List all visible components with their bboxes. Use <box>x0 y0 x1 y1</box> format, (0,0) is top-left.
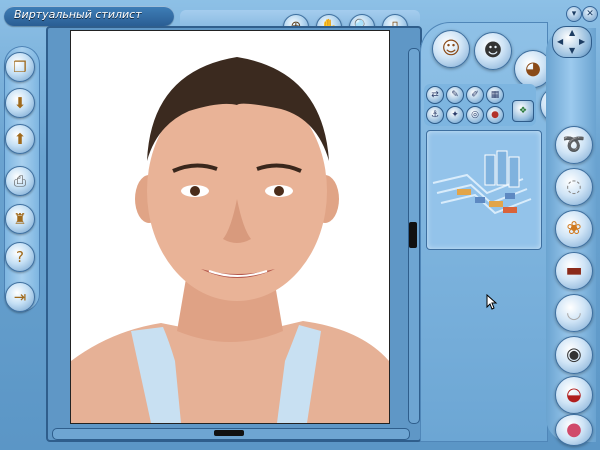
blend-icon[interactable]: ◎ <box>466 106 484 124</box>
vertical-scroll-thumb[interactable] <box>409 222 417 248</box>
hat-icon[interactable]: ▬ <box>555 252 593 290</box>
layers-icon[interactable]: ❖ <box>512 100 534 122</box>
pencil-icon[interactable]: ✐ <box>466 86 484 104</box>
photo-canvas[interactable] <box>70 30 390 424</box>
anchor-icon[interactable]: ⚓ <box>426 106 444 124</box>
close-icon[interactable]: ✕ <box>582 6 598 22</box>
mouse-cursor-icon <box>486 294 498 310</box>
tools-icon[interactable]: ♜ <box>5 204 35 234</box>
navigation-cluster[interactable]: ▲ ◀ ▶ ▼ <box>552 26 592 58</box>
exit-door-icon[interactable]: ⇥ <box>5 282 35 312</box>
horizontal-scroll-thumb[interactable] <box>214 430 244 436</box>
style-preview <box>426 130 542 250</box>
bow-accessory-icon[interactable]: ❀ <box>555 210 593 248</box>
portrait-photo <box>71 31 389 423</box>
window-title: Виртуальный стилист <box>14 8 142 21</box>
help-question-icon[interactable]: ? <box>5 242 35 272</box>
app-window: Виртуальный стилист ▾ ✕ ⊕ ✋ 🔍 ▯ ❒ ⬇ ⬆ ⎙ … <box>0 0 600 450</box>
print-icon[interactable]: ⎙ <box>5 166 35 196</box>
lips-icon[interactable]: ◒ <box>555 376 593 414</box>
palette-icon[interactable]: ● <box>486 106 504 124</box>
nail-polish-icon[interactable]: ● <box>555 414 593 446</box>
hairpiece-icon[interactable]: ➰ <box>555 126 593 164</box>
chevron-down-icon[interactable]: ▾ <box>566 6 582 22</box>
hairstyle-woman-icon[interactable]: ☺ <box>432 30 470 68</box>
smudge-icon[interactable]: ✦ <box>446 106 464 124</box>
flip-icon[interactable]: ⇄ <box>426 86 444 104</box>
eye-makeup-icon[interactable]: ◉ <box>555 336 593 374</box>
preview-graphic <box>432 150 532 215</box>
open-cube-icon[interactable]: ❒ <box>5 52 35 82</box>
brush-icon[interactable]: ✎ <box>446 86 464 104</box>
import-box-icon[interactable]: ⬇ <box>5 88 35 118</box>
necklace-icon[interactable]: ◡ <box>555 294 593 332</box>
export-box-icon[interactable]: ⬆ <box>5 124 35 154</box>
title-bar: Виртуальный стилист <box>4 6 174 26</box>
earring-icon[interactable]: ◌ <box>555 168 593 206</box>
hairstyle-man-icon[interactable]: ☻ <box>474 32 512 70</box>
grid-icon[interactable]: ▦ <box>486 86 504 104</box>
